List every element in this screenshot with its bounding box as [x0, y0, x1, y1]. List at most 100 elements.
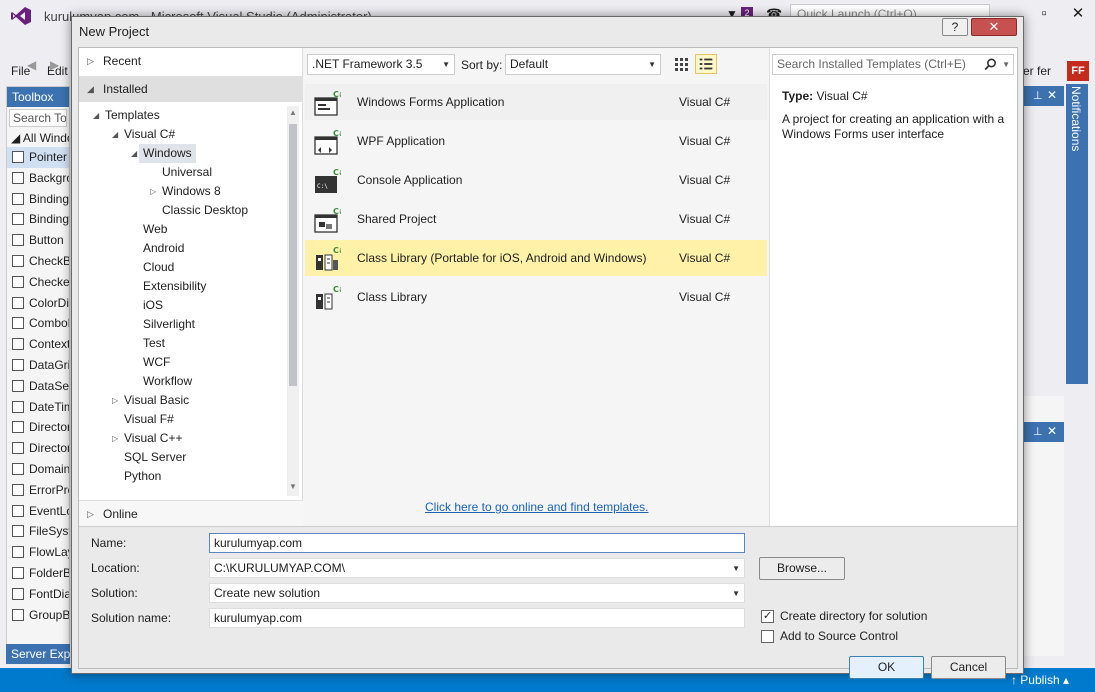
name-input[interactable]: kurulumyap.com: [209, 533, 745, 553]
template-item[interactable]: C# Windows Forms Application Visual C#: [305, 84, 767, 120]
tree-node[interactable]: Classic Desktop: [162, 201, 248, 220]
toolbox-item[interactable]: EventLog: [7, 501, 69, 522]
publish-button[interactable]: ↑ Publish ▴: [1011, 673, 1069, 687]
location-combo[interactable]: C:\KURULUMYAP.COM\ ▼: [209, 558, 745, 578]
toolbox-item[interactable]: FontDialog: [7, 584, 69, 605]
toolbox-item[interactable]: DataSet: [7, 376, 69, 397]
tree-node[interactable]: Cloud: [143, 258, 174, 277]
template-item[interactable]: C# Class Library Visual C#: [305, 279, 767, 315]
installed-section[interactable]: ◢ Installed: [79, 76, 303, 102]
template-language: Visual C#: [679, 134, 731, 148]
toolbox-item[interactable]: DirectorySearcher: [7, 438, 69, 459]
find-templates-online-link[interactable]: Click here to go online and find templat…: [425, 500, 648, 514]
toolbox-item[interactable]: GroupBox: [7, 605, 69, 626]
expand-icon[interactable]: ▷: [150, 182, 156, 201]
tree-node[interactable]: Visual F#: [124, 410, 174, 429]
notifications-tab[interactable]: Notifications: [1069, 86, 1083, 151]
tree-node[interactable]: ▷ Visual C++: [112, 429, 182, 448]
toolbox-item[interactable]: DataGridView: [7, 355, 69, 376]
toolbox-item[interactable]: CheckedListBox: [7, 272, 69, 293]
small-icons-view-icon[interactable]: [671, 54, 691, 74]
close-dialog-button[interactable]: ✕: [971, 18, 1017, 36]
ok-button[interactable]: OK: [849, 656, 924, 679]
toolbox-item[interactable]: DateTimePicker: [7, 397, 69, 418]
close-window-icon[interactable]: ✕: [1064, 4, 1092, 24]
tree-node[interactable]: Workflow: [143, 372, 192, 391]
tree-node[interactable]: Test: [143, 334, 165, 353]
search-icon[interactable]: [984, 58, 997, 71]
collapse-icon[interactable]: ◢: [112, 125, 118, 144]
toolbox-item[interactable]: DomainUpDown: [7, 459, 69, 480]
checkbox-box[interactable]: ✓: [761, 610, 774, 623]
expand-recent-icon[interactable]: ▷: [87, 48, 94, 74]
pin-icon-2[interactable]: ⊥: [1033, 425, 1043, 438]
close-panel-icon-2[interactable]: ✕: [1047, 424, 1057, 438]
solution-select[interactable]: Create new solution ▼: [209, 583, 745, 603]
maximize-icon[interactable]: ▫: [1030, 4, 1058, 24]
collapse-icon[interactable]: ◢: [131, 144, 137, 163]
tree-node[interactable]: Silverlight: [143, 315, 195, 334]
server-explorer-tab[interactable]: Server Explorer: [6, 644, 70, 664]
expand-icon[interactable]: ▷: [112, 429, 118, 448]
sort-by-select[interactable]: Default ▼: [505, 54, 661, 75]
tree-node[interactable]: WCF: [143, 353, 170, 372]
recent-section[interactable]: ▷ Recent: [79, 48, 303, 74]
tree-node[interactable]: ◢ Windows: [131, 144, 196, 163]
toolbox-group[interactable]: ◢ All Windows Forms: [7, 129, 69, 147]
toolbox-item[interactable]: CheckBox: [7, 251, 69, 272]
list-view-icon[interactable]: [695, 54, 717, 74]
tree-node[interactable]: ▷ Visual Basic: [112, 391, 189, 410]
toolbox-item[interactable]: FolderBrowserDialog: [7, 563, 69, 584]
collapse-installed-icon[interactable]: ◢: [87, 76, 94, 102]
search-templates-input[interactable]: Search Installed Templates (Ctrl+E) ▼: [772, 54, 1014, 75]
template-name: Shared Project: [357, 212, 437, 226]
tree-node[interactable]: ◢ Templates: [93, 106, 160, 125]
toolbox-item[interactable]: ContextMenuStrip: [7, 334, 69, 355]
toolbox-item[interactable]: BindingSource: [7, 209, 69, 230]
cancel-button[interactable]: Cancel: [931, 656, 1006, 679]
toolbox-item[interactable]: DirectoryEntry: [7, 417, 69, 438]
tree-node[interactable]: Android: [143, 239, 184, 258]
expand-online-icon[interactable]: ▷: [87, 501, 94, 527]
toolbox-item[interactable]: FlowLayoutPanel: [7, 542, 69, 563]
framework-select[interactable]: .NET Framework 3.5 ▼: [307, 54, 455, 75]
forward-icon[interactable]: ▶: [50, 58, 59, 72]
checkbox-box[interactable]: [761, 630, 774, 643]
tree-node[interactable]: ▷ Windows 8: [150, 182, 221, 201]
toolbox-item[interactable]: Pointer: [7, 147, 69, 168]
tree-scroll-thumb[interactable]: [289, 124, 297, 386]
toolbox-title[interactable]: Toolbox: [7, 87, 69, 107]
toolbox-item[interactable]: Button: [7, 230, 69, 251]
expand-icon[interactable]: ▷: [112, 391, 118, 410]
template-item[interactable]: C# Shared Project Visual C#: [305, 201, 767, 237]
close-panel-icon[interactable]: ✕: [1047, 88, 1057, 102]
collapse-icon[interactable]: ◢: [93, 106, 99, 125]
toolbox-item[interactable]: BindingNavigator: [7, 189, 69, 210]
toolbox-item[interactable]: BackgroundWorker: [7, 168, 69, 189]
template-item[interactable]: C# Class Library (Portable for iOS, Andro…: [305, 240, 767, 276]
template-item[interactable]: C# C:\ Console Application Visual C#: [305, 162, 767, 198]
back-icon[interactable]: ◀: [27, 58, 36, 72]
tree-node[interactable]: Universal: [162, 163, 212, 182]
tree-scrollbar[interactable]: ▲ ▼: [287, 106, 299, 496]
browse-button[interactable]: Browse...: [759, 557, 845, 580]
online-section[interactable]: ▷ Online: [79, 500, 303, 526]
help-button[interactable]: ?: [942, 18, 968, 36]
tree-node[interactable]: SQL Server: [124, 448, 186, 467]
tree-node[interactable]: Python: [124, 467, 161, 486]
toolbox-item[interactable]: ErrorProvider: [7, 480, 69, 501]
tree-node[interactable]: iOS: [143, 296, 163, 315]
template-item[interactable]: C# WPF Application Visual C#: [305, 123, 767, 159]
toolbox-item[interactable]: FileSystemWatcher: [7, 521, 69, 542]
pin-icon[interactable]: ⊥: [1033, 89, 1043, 102]
tree-node[interactable]: Web: [143, 220, 167, 239]
tree-node[interactable]: Extensibility: [143, 277, 206, 296]
tree-node[interactable]: ◢ Visual C#: [112, 125, 175, 144]
toolbox-search-input[interactable]: Search Toolbox: [9, 109, 67, 127]
scroll-up-icon[interactable]: ▲: [287, 108, 299, 117]
toolbox-item[interactable]: ComboBox: [7, 313, 69, 334]
scroll-down-icon[interactable]: ▼: [287, 482, 299, 491]
toolbox-item[interactable]: ColorDialog: [7, 293, 69, 314]
search-options-icon[interactable]: ▼: [1002, 55, 1010, 74]
solution-name-input[interactable]: kurulumyap.com: [209, 608, 745, 628]
